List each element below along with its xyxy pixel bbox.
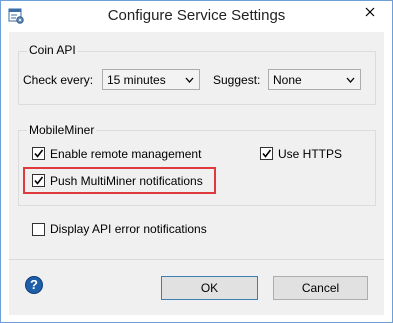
dialog-window: Configure Service Settings Coin API Chec…	[0, 0, 393, 323]
suggest-label: Suggest:	[213, 73, 261, 87]
use-https-label[interactable]: Use HTTPS	[278, 147, 342, 161]
enable-remote-checkbox[interactable]	[32, 147, 45, 160]
checkmark-icon	[34, 149, 44, 158]
ok-button[interactable]: OK	[161, 276, 258, 300]
push-notifications-checkbox[interactable]	[32, 174, 45, 187]
dialog-content: Coin API Check every: 15 minutes Suggest…	[9, 32, 384, 315]
coin-api-group-label: Coin API	[27, 43, 78, 57]
chevron-down-icon	[185, 77, 194, 83]
enable-remote-label[interactable]: Enable remote management	[50, 147, 201, 161]
cancel-button[interactable]: Cancel	[273, 276, 368, 300]
mobileminer-group-label: MobileMiner	[27, 123, 97, 137]
help-button[interactable]: ?	[25, 276, 43, 294]
suggest-value: None	[273, 73, 302, 87]
chevron-down-icon	[346, 77, 355, 83]
close-button[interactable]	[350, 2, 390, 22]
close-icon	[365, 7, 375, 17]
display-api-errors-checkbox[interactable]	[32, 223, 45, 236]
check-every-value: 15 minutes	[107, 73, 166, 87]
checkmark-icon	[262, 149, 272, 158]
checkmark-icon	[34, 176, 44, 185]
window-title: Configure Service Settings	[107, 7, 286, 24]
display-api-errors-label[interactable]: Display API error notifications	[50, 222, 207, 236]
help-icon: ?	[30, 277, 38, 292]
title-bar[interactable]: Configure Service Settings	[1, 1, 392, 32]
use-https-checkbox[interactable]	[260, 147, 273, 160]
check-every-dropdown[interactable]: 15 minutes	[102, 69, 200, 90]
check-every-label: Check every:	[23, 73, 94, 87]
push-notifications-label[interactable]: Push MultiMiner notifications	[50, 174, 203, 188]
suggest-dropdown[interactable]: None	[268, 69, 361, 90]
